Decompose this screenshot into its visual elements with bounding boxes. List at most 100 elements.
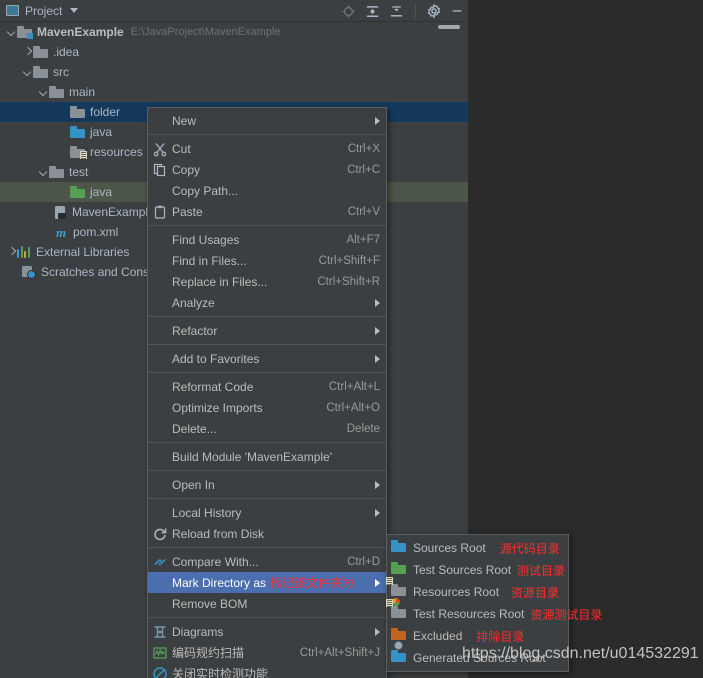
- chevron-down-icon[interactable]: [70, 8, 79, 13]
- menu-item-label: Reload from Disk: [172, 526, 265, 541]
- menu-item-accelerator: Ctrl+X: [347, 142, 380, 155]
- menu-item-local-history[interactable]: Local History: [148, 502, 386, 523]
- submenu-item-resources-root[interactable]: Resources Root 资源目录: [386, 577, 568, 603]
- menu-item-new[interactable]: New: [148, 110, 386, 131]
- chevron-down-icon[interactable]: [38, 167, 49, 178]
- chevron-down-icon[interactable]: [6, 27, 17, 38]
- menu-item-delete[interactable]: Delete... Delete: [148, 418, 386, 439]
- module-folder-icon: [17, 26, 33, 39]
- menu-item-label: Open In: [172, 477, 215, 492]
- collapse-all-icon[interactable]: [389, 4, 404, 19]
- menu-item-diagrams[interactable]: Diagrams: [148, 621, 386, 642]
- tree-node-label: .idea: [53, 45, 80, 59]
- locate-icon[interactable]: [341, 4, 356, 19]
- no-icon: [152, 596, 168, 612]
- menu-item-code-scan[interactable]: 编码规约扫描 Ctrl+Alt+Shift+J: [148, 642, 386, 663]
- menu-item-reload-from-disk[interactable]: Reload from Disk: [148, 523, 386, 544]
- disable-icon: [152, 666, 168, 678]
- menu-item-accelerator: Ctrl+Alt+Shift+J: [299, 646, 380, 659]
- menu-item-accelerator: Ctrl+V: [347, 205, 380, 218]
- annotation-mark-directory: 标记该文件夹为: [270, 576, 355, 590]
- folder-blue-icon: [391, 540, 407, 556]
- menu-item-label: Find in Files...: [172, 253, 247, 268]
- menu-item-mark-directory-as[interactable]: Mark Directory as 标记该文件夹为: [148, 572, 386, 593]
- no-icon: [152, 351, 168, 367]
- menu-item-add-to-favorites[interactable]: Add to Favorites: [148, 348, 386, 369]
- menu-item-cut[interactable]: Cut Ctrl+X: [148, 138, 386, 159]
- submenu-item-label: Sources Root: [413, 541, 486, 555]
- submenu-item-sources-root[interactable]: Sources Root 源代码目录: [387, 537, 568, 559]
- tree-node-idea[interactable]: .idea: [0, 42, 468, 62]
- submenu-arrow-icon: [375, 578, 380, 587]
- menu-item-optimize-imports[interactable]: Optimize Imports Ctrl+Alt+O: [148, 397, 386, 418]
- tree-node-label: MavenExample: [37, 25, 124, 39]
- submenu-arrow-icon: [375, 116, 380, 125]
- tree-node-src[interactable]: src: [0, 62, 468, 82]
- tree-node-mavenexample[interactable]: MavenExample E:\JavaProject\MavenExample: [0, 22, 468, 42]
- menu-item-find-usages[interactable]: Find Usages Alt+F7: [148, 229, 386, 250]
- menu-item-label: Delete...: [172, 421, 217, 436]
- folder-gray-icon: [33, 46, 48, 58]
- menu-item-accelerator: Ctrl+C: [347, 163, 380, 176]
- no-icon: [152, 113, 168, 129]
- submenu-item-excluded[interactable]: Excluded 排除目录: [387, 625, 568, 647]
- menu-item-analyze[interactable]: Analyze: [148, 292, 386, 313]
- submenu-item-test-sources-root[interactable]: Test Sources Root 测试目录: [387, 559, 568, 581]
- menu-item-copy[interactable]: Copy Ctrl+C: [148, 159, 386, 180]
- menu-item-build-module[interactable]: Build Module 'MavenExample': [148, 446, 386, 467]
- folder-gray-icon: [33, 66, 48, 78]
- menu-item-replace-in-files[interactable]: Replace in Files... Ctrl+Shift+R: [148, 271, 386, 292]
- no-icon: [152, 379, 168, 395]
- scan-icon: [152, 645, 168, 661]
- menu-item-reformat-code[interactable]: Reformat Code Ctrl+Alt+L: [148, 376, 386, 397]
- folder-generated-icon: [391, 641, 407, 666]
- tree-node-label: pom.xml: [73, 225, 119, 239]
- menu-separator: [148, 372, 386, 373]
- menu-item-paste[interactable]: Paste Ctrl+V: [148, 201, 386, 222]
- menu-separator: [148, 344, 386, 345]
- compare-icon: [152, 554, 168, 570]
- folder-green-icon: [70, 186, 85, 198]
- tree-node-label: java: [90, 185, 113, 199]
- tree-node-label: src: [53, 65, 69, 79]
- expand-all-icon[interactable]: [365, 4, 380, 19]
- menu-item-label: Remove BOM: [172, 596, 248, 611]
- no-icon: [152, 449, 168, 465]
- menu-item-accelerator: Ctrl+Shift+F: [318, 254, 380, 267]
- no-icon: [152, 505, 168, 521]
- menu-item-disable-inspection[interactable]: 关闭实时检测功能: [148, 663, 386, 678]
- toolbar-divider: [415, 4, 416, 18]
- chevron-right-icon[interactable]: [6, 247, 17, 258]
- gear-icon[interactable]: [427, 4, 441, 18]
- menu-item-label: Cut: [172, 141, 191, 156]
- submenu-item-test-resources-root[interactable]: Test Resources Root 资源测试目录: [386, 598, 602, 625]
- menu-item-open-in[interactable]: Open In: [148, 474, 386, 495]
- no-icon: [152, 253, 168, 269]
- menu-separator: [148, 617, 386, 618]
- chevron-down-icon[interactable]: [38, 87, 49, 98]
- menu-item-compare-with[interactable]: Compare With... Ctrl+D: [148, 551, 386, 572]
- menu-item-label: Analyze: [172, 295, 215, 310]
- submenu-arrow-icon: [375, 508, 380, 517]
- menu-item-label: Copy: [172, 162, 201, 177]
- menu-item-remove-bom[interactable]: Remove BOM: [148, 593, 386, 614]
- menu-item-refactor[interactable]: Refactor: [148, 320, 386, 341]
- menu-item-accelerator: Ctrl+Alt+O: [326, 401, 380, 414]
- chevron-down-icon[interactable]: [22, 67, 33, 78]
- menu-item-copy-path[interactable]: Copy Path...: [148, 180, 386, 201]
- menu-separator: [148, 225, 386, 226]
- submenu-arrow-icon: [375, 354, 380, 363]
- tree-node-main[interactable]: main: [0, 82, 468, 102]
- minimize-icon[interactable]: [450, 4, 464, 18]
- no-icon: [152, 183, 168, 199]
- tree-node-label: External Libraries: [36, 245, 130, 259]
- menu-separator: [148, 547, 386, 548]
- folder-gray-icon: [49, 166, 64, 178]
- menu-item-label: Build Module 'MavenExample': [172, 449, 332, 464]
- submenu-item-label: Excluded: [413, 629, 463, 643]
- chevron-right-icon[interactable]: [22, 47, 33, 58]
- project-panel-title: Project: [25, 3, 63, 18]
- menu-item-find-in-files[interactable]: Find in Files... Ctrl+Shift+F: [148, 250, 386, 271]
- libraries-icon: [17, 246, 31, 258]
- reload-icon: [152, 526, 168, 542]
